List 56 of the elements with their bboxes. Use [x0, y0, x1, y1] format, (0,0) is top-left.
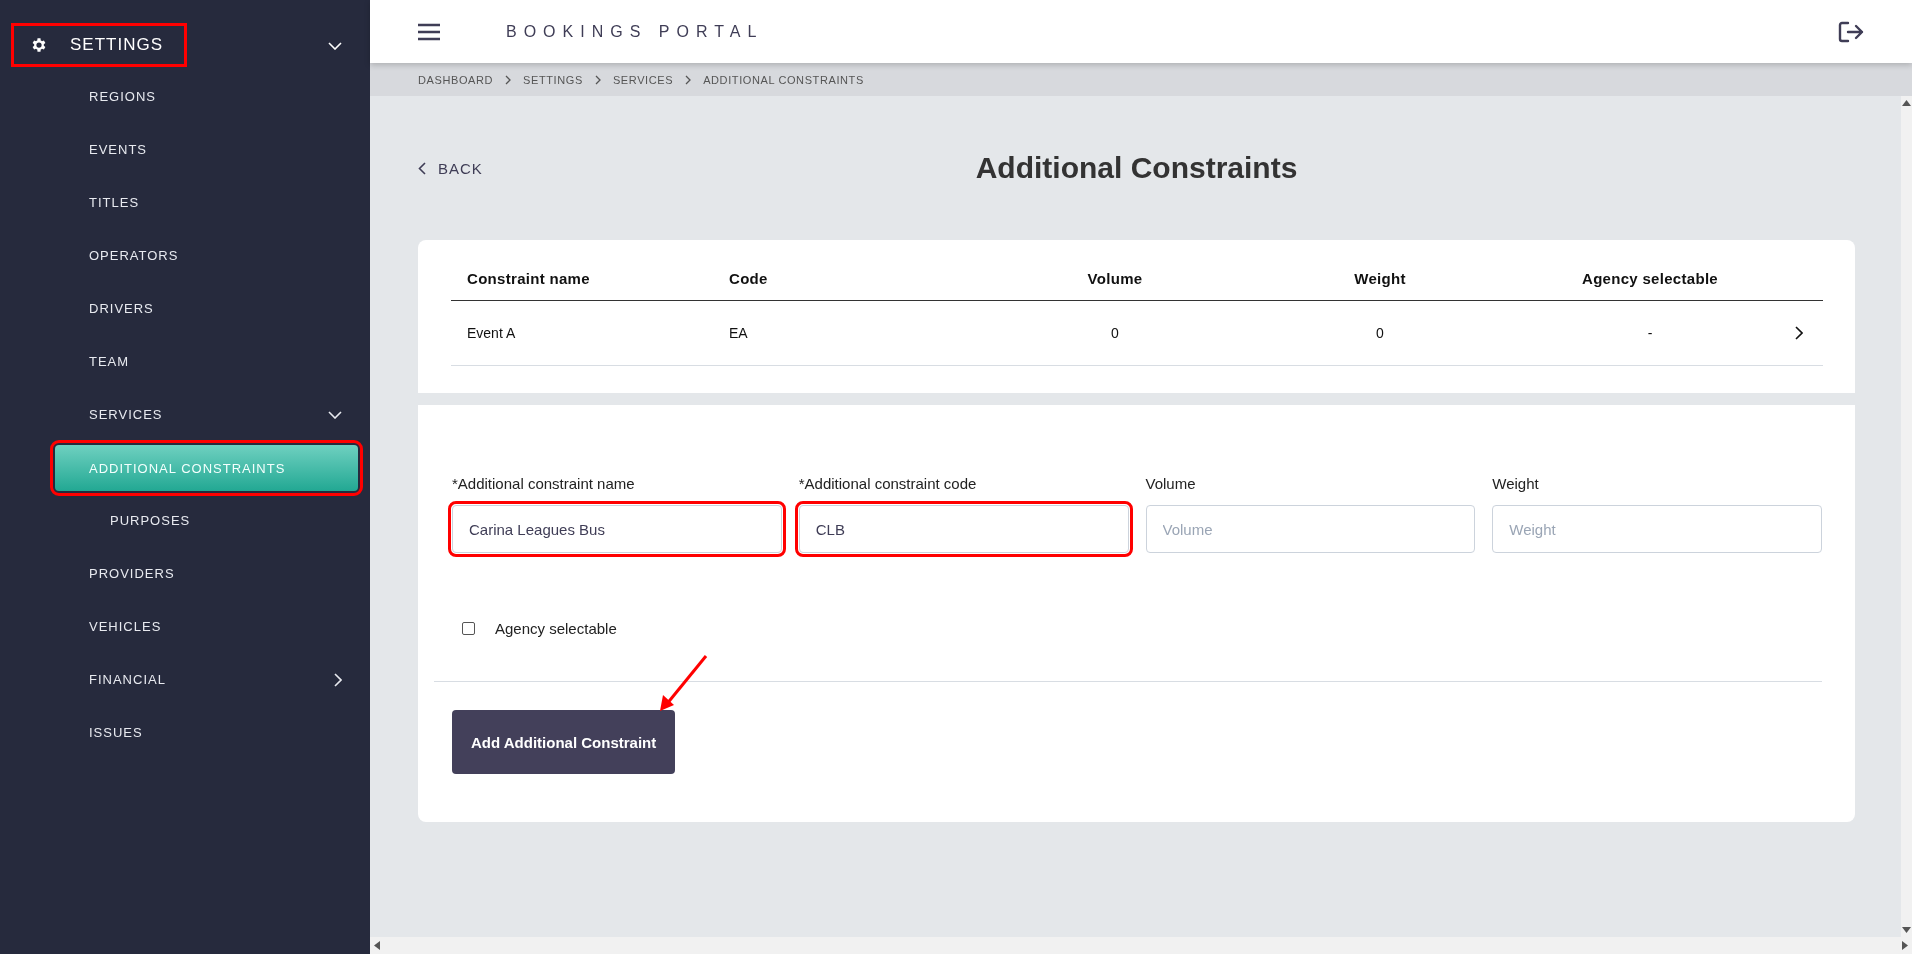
column-header: Agency selectable: [1581, 269, 1719, 289]
field-label: *Additional constraint name: [452, 475, 636, 492]
column-header: Volume: [1086, 269, 1144, 289]
column-header: Constraint name: [466, 269, 591, 289]
menu-item[interactable]: PROVIDERS: [0, 547, 370, 600]
table-cell: 0: [1255, 300, 1505, 366]
column-header: Code: [728, 269, 769, 289]
breadcrumb-link[interactable]: ADDITIONAL CONSTRAINTS: [703, 73, 864, 86]
menu-item[interactable]: VEHICLES: [0, 600, 370, 653]
chevron-right-icon: [594, 74, 601, 85]
breadcrumb-link[interactable]: SERVICES: [612, 73, 674, 86]
scroll-right-icon[interactable]: [1902, 941, 1908, 950]
table-cell: Event A: [451, 300, 713, 366]
gear-icon: [30, 36, 48, 54]
menu-item[interactable]: ISSUES: [0, 706, 370, 759]
chevron-right-icon: [334, 672, 342, 687]
field-label: Volume: [1145, 475, 1197, 492]
checkbox-label: Agency selectable: [495, 619, 617, 637]
text-field[interactable]: Volume: [1145, 505, 1476, 553]
submenu-item[interactable]: PURPOSES: [0, 494, 370, 547]
breadcrumb-link[interactable]: SETTINGS: [523, 73, 583, 86]
logout-icon[interactable]: [1838, 20, 1864, 43]
settings-menu[interactable]: SETTINGS: [14, 26, 184, 64]
table-cell: -: [1505, 300, 1795, 366]
menu-item[interactable]: DRIVERS: [0, 282, 370, 335]
menu-item[interactable]: EVENTS: [0, 123, 370, 176]
scroll-up-icon[interactable]: [1902, 100, 1911, 106]
menu-item[interactable]: SERVICES: [0, 388, 370, 441]
field-label: *Additional constraint code: [798, 475, 978, 492]
menu-item[interactable]: OPERATORS: [0, 229, 370, 282]
field-label: Weight: [1492, 475, 1540, 492]
chevron-right-icon: [685, 74, 692, 85]
back-button[interactable]: BACK: [418, 159, 483, 177]
chevron-right-icon: [1795, 326, 1803, 340]
text-field[interactable]: Weight: [1492, 505, 1822, 553]
scroll-down-icon[interactable]: [1902, 927, 1911, 933]
chevron-right-icon: [505, 74, 512, 85]
menu-item[interactable]: TITLES: [0, 176, 370, 229]
checkbox[interactable]: [462, 621, 475, 635]
column-header: Weight: [1353, 269, 1407, 289]
menu-icon[interactable]: [418, 22, 440, 41]
chevron-down-icon: [328, 410, 342, 419]
menu-item[interactable]: FINANCIAL: [0, 653, 370, 706]
chevron-down-icon: [328, 42, 342, 50]
page-title: Additional Constraints: [975, 151, 1298, 184]
table-cell: EA: [713, 300, 975, 366]
add-button[interactable]: Add Additional Constraint: [452, 710, 676, 774]
table-cell: 0: [975, 300, 1255, 366]
scroll-left-icon[interactable]: [374, 941, 380, 950]
chevron-left-icon: [418, 161, 426, 175]
breadcrumb-link[interactable]: DASHBOARD: [418, 73, 494, 86]
menu-item[interactable]: TEAM: [0, 335, 370, 388]
menu-item[interactable]: REGIONS: [0, 70, 370, 123]
vertical-scrollbar[interactable]: [1901, 96, 1912, 937]
app-title: BOOKINGS PORTAL: [506, 22, 765, 41]
horizontal-scrollbar[interactable]: [370, 937, 1912, 954]
